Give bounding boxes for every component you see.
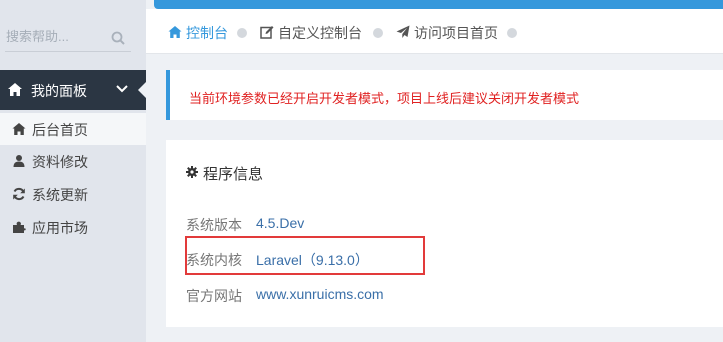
search-input[interactable] xyxy=(6,26,106,46)
sidebar-item-label: 系统更新 xyxy=(32,187,88,203)
search-icon[interactable] xyxy=(111,31,125,45)
highlight-box xyxy=(185,236,425,275)
sidebar-item-dashboard[interactable]: 后台首页 xyxy=(0,113,146,145)
website-link[interactable]: www.xunruicms.com xyxy=(256,286,384,302)
header-bar xyxy=(154,0,723,9)
sidebar-item-label: 应用市场 xyxy=(32,220,88,236)
puzzle-icon xyxy=(13,221,26,233)
breadcrumb: 控制台 自定义控制台 访问项目首页 xyxy=(146,9,723,54)
breadcrumb-label: 自定义控制台 xyxy=(278,25,362,41)
info-value: 4.5.Dev xyxy=(256,215,305,231)
menu-my-panel-label: 我的面板 xyxy=(31,83,87,99)
notice-text: 当前环境参数已经开启开发者模式，项目上线后建议关闭开发者模式 xyxy=(189,91,580,106)
breadcrumb-separator xyxy=(507,28,517,38)
send-icon xyxy=(396,25,410,38)
refresh-icon xyxy=(13,187,25,201)
sidebar-item-label: 后台首页 xyxy=(32,122,88,138)
sidebar: 我的面板 后台首页 资料修改 系统更新 应用市场 xyxy=(0,0,146,342)
gear-icon xyxy=(186,166,198,178)
active-pointer xyxy=(138,82,146,98)
breadcrumb-separator xyxy=(237,28,247,38)
breadcrumb-console[interactable]: 控制台 xyxy=(168,23,238,41)
dev-mode-notice: 当前环境参数已经开启开发者模式，项目上线后建议关闭开发者模式 xyxy=(166,70,723,120)
sidebar-item-market[interactable]: 应用市场 xyxy=(0,211,146,243)
chevron-down-icon[interactable] xyxy=(116,85,128,93)
user-icon xyxy=(13,155,25,167)
breadcrumb-label: 访问项目首页 xyxy=(414,25,498,41)
program-info-card: 程序信息 系统版本 4.5.Dev 系统内核 Laravel（9.13.0） 官… xyxy=(166,140,723,327)
sidebar-item-label: 资料修改 xyxy=(32,154,88,170)
sidebar-item-profile[interactable]: 资料修改 xyxy=(0,145,146,177)
menu-my-panel[interactable]: 我的面板 xyxy=(0,70,146,110)
info-label: 官方网站 xyxy=(186,288,242,304)
home-icon xyxy=(8,83,22,96)
breadcrumb-label: 控制台 xyxy=(186,25,228,41)
home-icon xyxy=(12,123,26,135)
info-label: 系统版本 xyxy=(186,217,242,233)
search-box xyxy=(5,20,131,52)
card-title: 程序信息 xyxy=(203,166,264,183)
top-header xyxy=(146,0,723,9)
sidebar-item-update[interactable]: 系统更新 xyxy=(0,178,146,210)
breadcrumb-custom-console[interactable]: 自定义控制台 xyxy=(260,23,370,41)
edit-icon xyxy=(260,26,274,39)
breadcrumb-separator xyxy=(373,28,383,38)
breadcrumb-visit-home[interactable]: 访问项目首页 xyxy=(396,23,506,41)
home-icon xyxy=(168,26,182,38)
